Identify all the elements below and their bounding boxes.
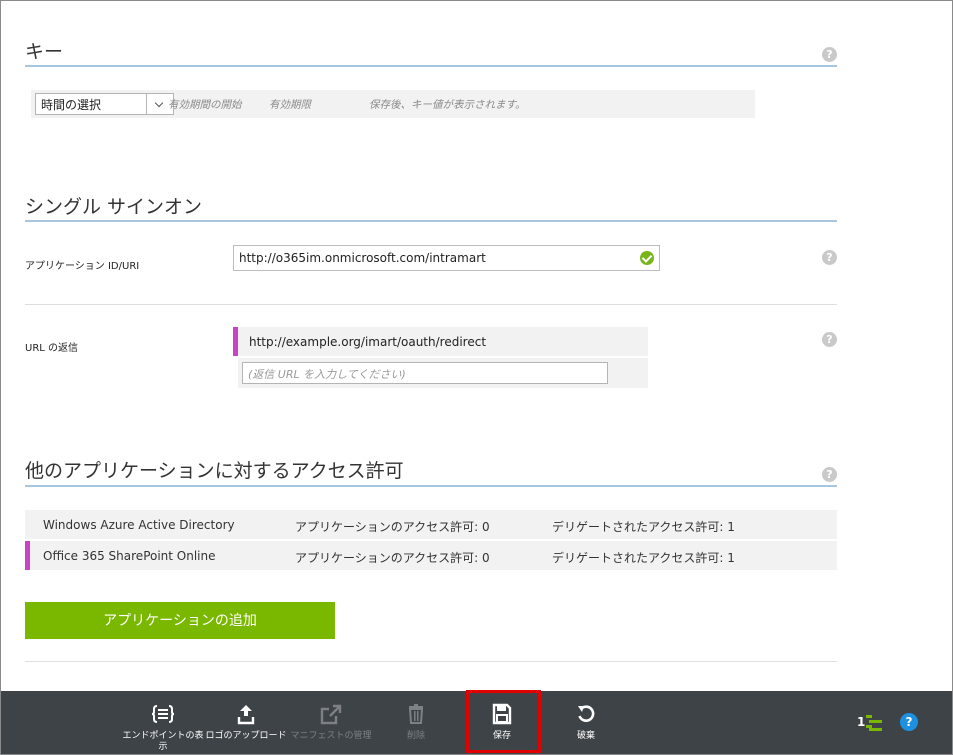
permission-row[interactable]: Office 365 SharePoint Online アプリケーションのアク…: [25, 541, 837, 570]
permissions-section-title: 他のアプリケーションに対するアクセス許可: [25, 460, 404, 482]
chevron-down-icon: [154, 98, 164, 108]
permission-app-count: アプリケーションのアクセス許可: 0: [295, 551, 490, 565]
notification-count-number: 1: [857, 715, 866, 729]
delete-label: 削除: [406, 731, 425, 741]
delete-button[interactable]: 削除: [386, 691, 446, 754]
activity-bars-icon: [866, 715, 882, 731]
undo-icon: [578, 705, 595, 722]
reply-url-entry[interactable]: http://example.org/imart/oauth/redirect: [233, 327, 648, 356]
permission-delegated-count: デリゲートされたアクセス許可: 1: [552, 551, 735, 565]
keys-help-icon[interactable]: ?: [822, 47, 837, 62]
reply-url-label: URL の返信: [25, 343, 79, 354]
key-value-hint: 保存後、キー値が表示されます。: [369, 99, 526, 111]
reply-url-help-icon[interactable]: ?: [822, 332, 837, 347]
sso-divider: [25, 304, 837, 305]
upload-logo-button[interactable]: ロゴのアップロード: [205, 691, 287, 754]
external-edit-icon: [320, 704, 342, 725]
endpoints-list-icon: [151, 705, 175, 723]
sso-section-rule: [25, 220, 837, 222]
key-end-hint: 有効期限: [269, 99, 311, 111]
permissions-help-icon[interactable]: ?: [822, 467, 837, 482]
upload-icon: [237, 705, 255, 725]
global-help-icon[interactable]: ?: [900, 713, 918, 731]
view-endpoints-label: エンドポイントの表示: [122, 731, 204, 752]
bottom-divider: [25, 661, 837, 662]
reply-url-input[interactable]: (返信 URL を入力してください): [242, 362, 608, 384]
app-id-value: http://o365im.onmicrosoft.com/intramart: [239, 251, 486, 265]
manage-manifest-button[interactable]: マニフェストの管理: [290, 691, 372, 754]
permission-app-count: アプリケーションのアクセス許可: 0: [295, 520, 490, 534]
manage-manifest-label: マニフェストの管理: [290, 731, 372, 741]
keys-section-title: キー: [25, 41, 64, 63]
keys-row: 時間の選択 有効期間の開始 有効期限 保存後、キー値が表示されます。: [31, 90, 755, 118]
view-endpoints-button[interactable]: エンドポイントの表示: [121, 691, 205, 754]
app-id-help-icon[interactable]: ?: [822, 250, 837, 265]
upload-logo-label: ロゴのアップロード: [205, 731, 287, 741]
permission-app-name: Windows Azure Active Directory: [43, 518, 235, 532]
app-id-input[interactable]: http://o365im.onmicrosoft.com/intramart: [233, 245, 660, 271]
time-select[interactable]: 時間の選択: [35, 93, 147, 115]
keys-section-rule: [25, 65, 837, 67]
check-circle-icon: [640, 251, 654, 265]
permission-app-name: Office 365 SharePoint Online: [43, 549, 216, 563]
trash-icon: [408, 704, 424, 724]
key-start-hint: 有効期間の開始: [168, 99, 242, 111]
discard-button[interactable]: 破棄: [556, 691, 616, 754]
app-id-label: アプリケーション ID/URI: [25, 261, 140, 272]
reply-url-add-row: (返信 URL を入力してください): [238, 358, 648, 388]
sso-section-title: シングル サインオン: [25, 196, 203, 218]
permission-row[interactable]: Windows Azure Active Directory アプリケーションの…: [25, 510, 837, 539]
save-highlight-box: [466, 690, 541, 753]
add-application-button[interactable]: アプリケーションの追加: [25, 602, 335, 639]
permissions-section-rule: [25, 485, 837, 487]
discard-label: 破棄: [576, 731, 595, 741]
permission-delegated-count: デリゲートされたアクセス許可: 1: [552, 520, 735, 534]
